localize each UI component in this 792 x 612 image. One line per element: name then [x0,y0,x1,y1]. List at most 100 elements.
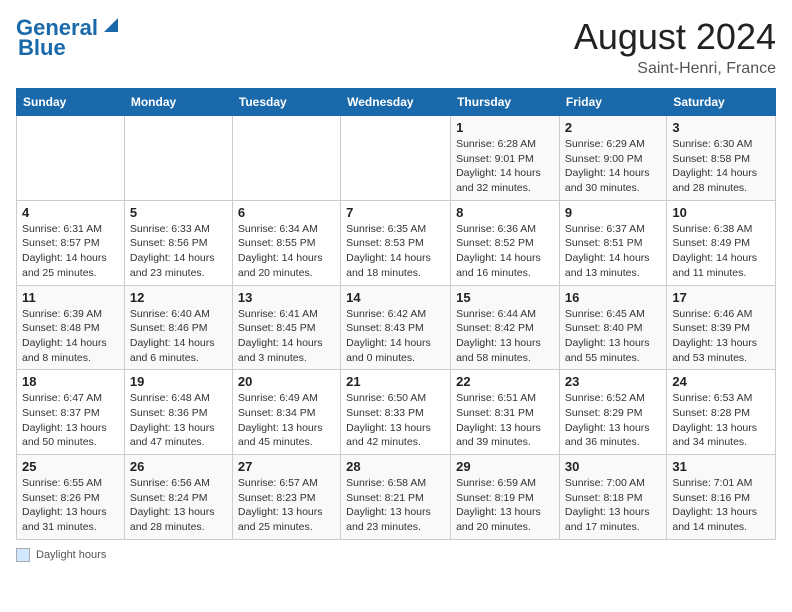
calendar-week-3: 11 Sunrise: 6:39 AMSunset: 8:48 PMDayligh… [17,285,776,370]
calendar-cell: 27 Sunrise: 6:57 AMSunset: 8:23 PMDayligh… [232,455,340,540]
day-detail: Sunrise: 6:52 AMSunset: 8:29 PMDaylight:… [565,391,661,450]
weekday-header-thursday: Thursday [451,89,560,116]
calendar-cell: 20 Sunrise: 6:49 AMSunset: 8:34 PMDayligh… [232,370,340,455]
day-detail: Sunrise: 6:51 AMSunset: 8:31 PMDaylight:… [456,391,554,450]
calendar-cell: 31 Sunrise: 7:01 AMSunset: 8:16 PMDayligh… [667,455,776,540]
day-number: 2 [565,120,661,135]
title-block: August 2024 Saint-Henri, France [574,16,776,78]
weekday-header-monday: Monday [124,89,232,116]
day-detail: Sunrise: 6:29 AMSunset: 9:00 PMDaylight:… [565,137,661,196]
calendar-week-1: 1 Sunrise: 6:28 AMSunset: 9:01 PMDaylight… [17,116,776,201]
day-detail: Sunrise: 6:41 AMSunset: 8:45 PMDaylight:… [238,307,335,366]
day-number: 4 [22,205,119,220]
day-number: 25 [22,459,119,474]
calendar-week-2: 4 Sunrise: 6:31 AMSunset: 8:57 PMDaylight… [17,200,776,285]
day-detail: Sunrise: 6:48 AMSunset: 8:36 PMDaylight:… [130,391,227,450]
day-number: 12 [130,290,227,305]
day-detail: Sunrise: 6:50 AMSunset: 8:33 PMDaylight:… [346,391,445,450]
day-detail: Sunrise: 6:39 AMSunset: 8:48 PMDaylight:… [22,307,119,366]
day-detail: Sunrise: 6:36 AMSunset: 8:52 PMDaylight:… [456,222,554,281]
calendar-week-5: 25Sunrise: 6:55 AMSunset: 8:26 PMDayligh… [17,455,776,540]
day-detail: Sunrise: 6:35 AMSunset: 8:53 PMDaylight:… [346,222,445,281]
day-number: 13 [238,290,335,305]
day-detail: Sunrise: 6:42 AMSunset: 8:43 PMDaylight:… [346,307,445,366]
weekday-header-sunday: Sunday [17,89,125,116]
day-number: 20 [238,374,335,389]
calendar-cell: 1 Sunrise: 6:28 AMSunset: 9:01 PMDaylight… [451,116,560,201]
day-detail: Sunrise: 6:37 AMSunset: 8:51 PMDaylight:… [565,222,661,281]
calendar-cell: 18Sunrise: 6:47 AMSunset: 8:37 PMDayligh… [17,370,125,455]
calendar-cell: 23 Sunrise: 6:52 AMSunset: 8:29 PMDayligh… [559,370,666,455]
day-detail: Sunrise: 6:47 AMSunset: 8:37 PMDaylight:… [22,391,119,450]
day-detail: Sunrise: 6:49 AMSunset: 8:34 PMDaylight:… [238,391,335,450]
calendar-cell: 16Sunrise: 6:45 AMSunset: 8:40 PMDayligh… [559,285,666,370]
day-number: 23 [565,374,661,389]
day-number: 31 [672,459,770,474]
weekday-header-friday: Friday [559,89,666,116]
day-number: 9 [565,205,661,220]
header: General Blue August 2024 Saint-Henri, Fr… [16,16,776,78]
day-number: 6 [238,205,335,220]
day-number: 26 [130,459,227,474]
calendar-cell: 14Sunrise: 6:42 AMSunset: 8:43 PMDayligh… [341,285,451,370]
day-detail: Sunrise: 6:38 AMSunset: 8:49 PMDaylight:… [672,222,770,281]
calendar-cell [232,116,340,201]
calendar-cell: 25Sunrise: 6:55 AMSunset: 8:26 PMDayligh… [17,455,125,540]
day-number: 16 [565,290,661,305]
daylight-box [16,548,30,562]
logo-icon [102,16,120,34]
day-detail: Sunrise: 6:59 AMSunset: 8:19 PMDaylight:… [456,476,554,535]
calendar-cell: 29 Sunrise: 6:59 AMSunset: 8:19 PMDayligh… [451,455,560,540]
day-detail: Sunrise: 6:46 AMSunset: 8:39 PMDaylight:… [672,307,770,366]
day-number: 17 [672,290,770,305]
day-number: 8 [456,205,554,220]
weekday-header-saturday: Saturday [667,89,776,116]
logo: General Blue [16,16,120,60]
day-number: 11 [22,290,119,305]
day-detail: Sunrise: 6:34 AMSunset: 8:55 PMDaylight:… [238,222,335,281]
weekday-header-wednesday: Wednesday [341,89,451,116]
calendar-cell: 8 Sunrise: 6:36 AMSunset: 8:52 PMDaylight… [451,200,560,285]
calendar-cell: 22 Sunrise: 6:51 AMSunset: 8:31 PMDayligh… [451,370,560,455]
calendar-cell: 7 Sunrise: 6:35 AMSunset: 8:53 PMDaylight… [341,200,451,285]
calendar-cell [341,116,451,201]
footer: Daylight hours [16,548,776,562]
calendar-table: SundayMondayTuesdayWednesdayThursdayFrid… [16,88,776,540]
day-number: 3 [672,120,770,135]
day-detail: Sunrise: 6:58 AMSunset: 8:21 PMDaylight:… [346,476,445,535]
day-number: 27 [238,459,335,474]
day-number: 24 [672,374,770,389]
calendar-cell: 4 Sunrise: 6:31 AMSunset: 8:57 PMDaylight… [17,200,125,285]
day-number: 7 [346,205,445,220]
calendar-cell: 26 Sunrise: 6:56 AMSunset: 8:24 PMDayligh… [124,455,232,540]
day-number: 28 [346,459,445,474]
calendar-cell: 17 Sunrise: 6:46 AMSunset: 8:39 PMDayligh… [667,285,776,370]
day-number: 1 [456,120,554,135]
day-number: 22 [456,374,554,389]
day-detail: Sunrise: 6:56 AMSunset: 8:24 PMDaylight:… [130,476,227,535]
day-detail: Sunrise: 6:31 AMSunset: 8:57 PMDaylight:… [22,222,119,281]
location: Saint-Henri, France [574,60,776,78]
day-number: 30 [565,459,661,474]
day-detail: Sunrise: 6:57 AMSunset: 8:23 PMDaylight:… [238,476,335,535]
calendar-cell: 12Sunrise: 6:40 AMSunset: 8:46 PMDayligh… [124,285,232,370]
day-detail: Sunrise: 7:01 AMSunset: 8:16 PMDaylight:… [672,476,770,535]
calendar-cell: 28 Sunrise: 6:58 AMSunset: 8:21 PMDayligh… [341,455,451,540]
day-detail: Sunrise: 6:44 AMSunset: 8:42 PMDaylight:… [456,307,554,366]
logo-blue: Blue [18,35,66,60]
day-detail: Sunrise: 6:33 AMSunset: 8:56 PMDaylight:… [130,222,227,281]
day-number: 29 [456,459,554,474]
calendar-cell: 9 Sunrise: 6:37 AMSunset: 8:51 PMDaylight… [559,200,666,285]
day-number: 10 [672,205,770,220]
calendar-cell [124,116,232,201]
calendar-cell [17,116,125,201]
calendar-cell: 15Sunrise: 6:44 AMSunset: 8:42 PMDayligh… [451,285,560,370]
calendar-cell: 30 Sunrise: 7:00 AMSunset: 8:18 PMDayligh… [559,455,666,540]
calendar-cell: 19Sunrise: 6:48 AMSunset: 8:36 PMDayligh… [124,370,232,455]
calendar-cell: 21Sunrise: 6:50 AMSunset: 8:33 PMDayligh… [341,370,451,455]
calendar-cell: 13 Sunrise: 6:41 AMSunset: 8:45 PMDayligh… [232,285,340,370]
month-year: August 2024 [574,16,776,58]
calendar-cell: 3Sunrise: 6:30 AMSunset: 8:58 PMDaylight… [667,116,776,201]
day-detail: Sunrise: 7:00 AMSunset: 8:18 PMDaylight:… [565,476,661,535]
day-detail: Sunrise: 6:28 AMSunset: 9:01 PMDaylight:… [456,137,554,196]
